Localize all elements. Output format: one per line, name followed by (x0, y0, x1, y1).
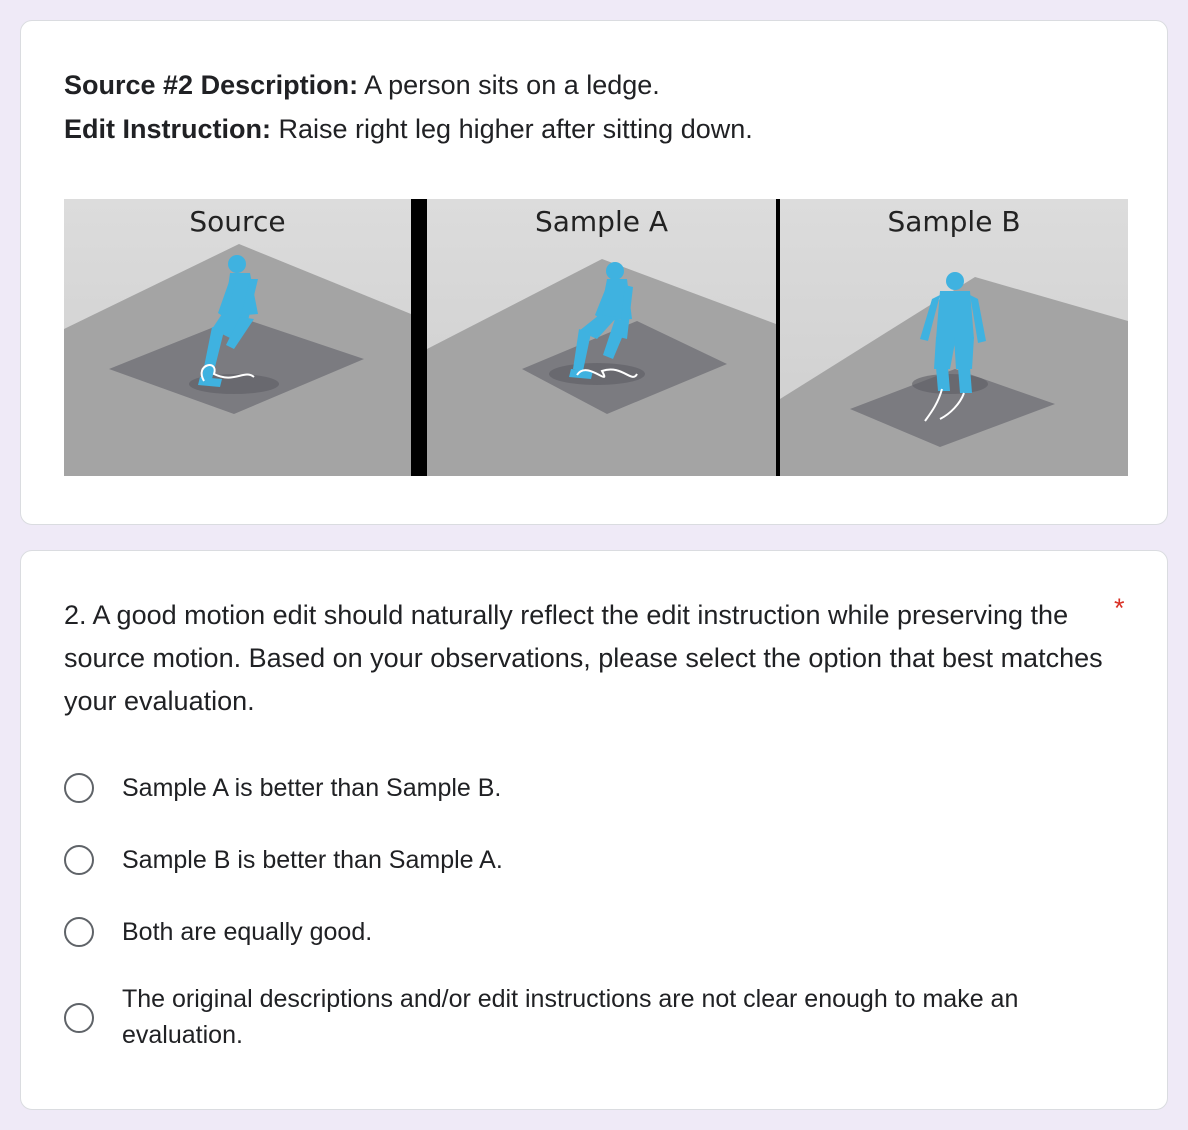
edit-instruction-label: Edit Instruction: (64, 114, 271, 144)
sample-b-panel: Sample B (780, 199, 1128, 476)
source-motion-render (64, 244, 411, 476)
radio-button[interactable] (64, 917, 94, 947)
source-description-label: Source #2 Description: (64, 70, 359, 100)
radio-button[interactable] (64, 773, 94, 803)
option-label: Sample A is better than Sample B. (122, 774, 502, 802)
option-label: Both are equally good. (122, 918, 373, 946)
comparison-image: Source Sample A Sample B (64, 199, 1128, 476)
radio-button[interactable] (64, 1003, 94, 1033)
required-asterisk: * (1114, 593, 1125, 623)
edit-instruction: Edit Instruction: Raise right leg higher… (64, 112, 753, 146)
sample-a-motion-render (427, 259, 776, 476)
media-card: Source #2 Description: A person sits on … (20, 20, 1168, 525)
option-sample-a-better[interactable]: Sample A is better than Sample B. (64, 770, 1124, 820)
option-not-clear[interactable]: The original descriptions and/or edit in… (64, 981, 1124, 1061)
source-panel: Source (64, 199, 411, 476)
sample-a-panel-label: Sample A (534, 205, 669, 238)
sample-b-panel-label: Sample B (887, 205, 1021, 238)
radio-button[interactable] (64, 845, 94, 875)
sample-b-motion-render (780, 272, 1128, 476)
question-text: 2. A good motion edit should naturally r… (64, 600, 1103, 716)
option-sample-b-better[interactable]: Sample B is better than Sample A. (64, 842, 1124, 892)
question-card: 2. A good motion edit should naturally r… (20, 550, 1168, 1110)
option-label: Sample B is better than Sample A. (122, 846, 503, 874)
sample-a-panel: Sample A (427, 199, 776, 476)
edit-instruction-text: Raise right leg higher after sitting dow… (270, 114, 753, 144)
panel-divider (411, 199, 427, 476)
source-description: Source #2 Description: A person sits on … (64, 68, 660, 102)
option-equally-good[interactable]: Both are equally good. (64, 914, 1124, 964)
source-panel-label: Source (189, 205, 286, 238)
source-description-text: A person sits on a ledge. (358, 70, 660, 100)
option-label: The original descriptions and/or edit in… (122, 985, 1019, 1049)
